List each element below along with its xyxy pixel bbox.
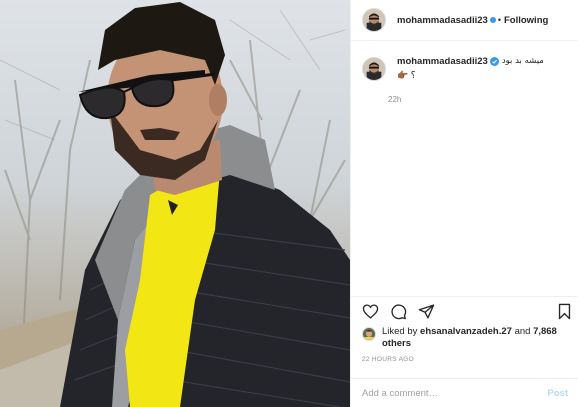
avatar-image [363,58,385,80]
comments-section: mohammadasadii23 میشه بد بود ؟ 👉🏾 22h [351,55,578,104]
caption-text-line2: ؟ 👉🏾 [397,70,416,80]
caption-comment: mohammadasadii23 میشه بد بود ؟ 👉🏾 [362,55,578,81]
add-comment-bar: Post [351,378,578,407]
comment-bubble-icon[interactable] [390,303,407,320]
avatar-image [363,9,385,31]
avatar-image [363,328,375,340]
post-photo[interactable] [0,0,350,407]
caption-text: میشه بد بود [501,56,544,66]
author-avatar[interactable] [362,8,386,32]
paper-plane-icon[interactable] [418,303,435,320]
caption-username[interactable]: mohammadasadii23 [397,55,488,68]
comment-input[interactable] [362,387,542,399]
photo-illustration [0,2,350,407]
following-button[interactable]: Following [504,15,548,26]
follow-separator: • [497,15,501,25]
caption-author-avatar[interactable] [362,57,386,81]
action-bar [351,296,578,324]
likes-text: Liked by ehsanalvanzadeh.27 and 7,868 ot… [382,326,562,350]
liker-avatar[interactable] [362,327,376,341]
likes-prefix: Liked by [382,326,418,337]
post-time-ago[interactable]: 22 HOURS AGO [362,356,414,363]
likes-summary: Liked by ehsanalvanzadeh.27 and 7,868 ot… [362,326,562,350]
bookmark-icon[interactable] [556,303,573,320]
post-comment-button[interactable]: Post [547,388,568,399]
author-username[interactable]: mohammadasadii23 [397,15,488,26]
liker-username[interactable]: ehsanalvanzadeh.27 [420,326,512,337]
post-header: mohammadasadii23 • Following [351,0,578,41]
verified-badge-icon [489,57,499,66]
caption-timestamp: 22h [388,95,402,104]
likes-and: and [514,326,531,337]
heart-icon[interactable] [362,303,379,320]
post-side-panel: mohammadasadii23 • Following mohammadasa… [350,0,578,407]
caption-body: mohammadasadii23 میشه بد بود ؟ 👉🏾 [397,55,567,81]
verified-badge-icon [489,17,496,23]
